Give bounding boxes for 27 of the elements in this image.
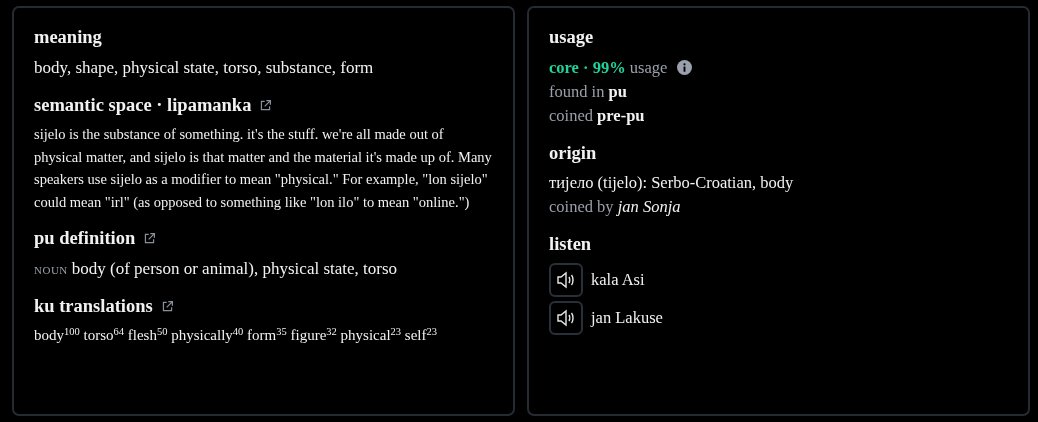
translations-text: body$^{100}$ torso$^{64}$ flesh$^{50}$ physically$^{40}$ form$^{35}$ figure$^{32}$ physical$^{23}$ self$^{23}$ — [34, 325, 438, 346]
section-heading: semantic space · lipamanka — [34, 93, 252, 117]
meaning-text: body, shape, physical state, torso, substance, form — [34, 56, 375, 79]
external-link-icon[interactable] — [259, 98, 273, 112]
play-audio-button[interactable] — [549, 262, 583, 297]
speaker-icon — [556, 308, 576, 327]
section-heading: pu definition — [34, 227, 136, 251]
section-heading: meaning — [34, 26, 102, 49]
origin-text: тијело (tijelo): Serbo-Croatian, body — [549, 172, 795, 195]
section-heading: origin — [549, 141, 597, 165]
definition-text: body (of person or animal), physical state, torso — [71, 258, 398, 278]
usage-text: core · 99% usage — [549, 56, 668, 79]
usage-detail: found in pu — [549, 80, 628, 103]
play-audio-button[interactable] — [549, 300, 583, 335]
section-heading: ku translations — [34, 294, 153, 318]
section-heading: listen — [549, 233, 592, 257]
external-link-icon[interactable] — [160, 299, 174, 313]
info-icon[interactable] — [677, 60, 693, 76]
coined-by-text: coined by jan Sonja — [549, 196, 682, 219]
external-link-icon[interactable] — [143, 232, 157, 246]
usage-detail: coined pre-pu — [549, 104, 646, 127]
speaker-name: kala Asi — [591, 268, 645, 291]
description-text: sijelo is the substance of something. it's the stuff. we're all made out of physical matter, and sijelo is that matter and the material it's made up of. Many speakers use sijelo as a modifier to mean "physical." For example, "lon sijelo" could mean "irl" (as opposed to something like "lon ilo" to mean "online.") — [34, 125, 493, 212]
speaker-icon — [556, 270, 576, 289]
part-of-speech: NOUN — [34, 263, 68, 276]
speaker-name: jan Lakuse — [591, 306, 663, 329]
section-heading: usage — [549, 26, 594, 49]
